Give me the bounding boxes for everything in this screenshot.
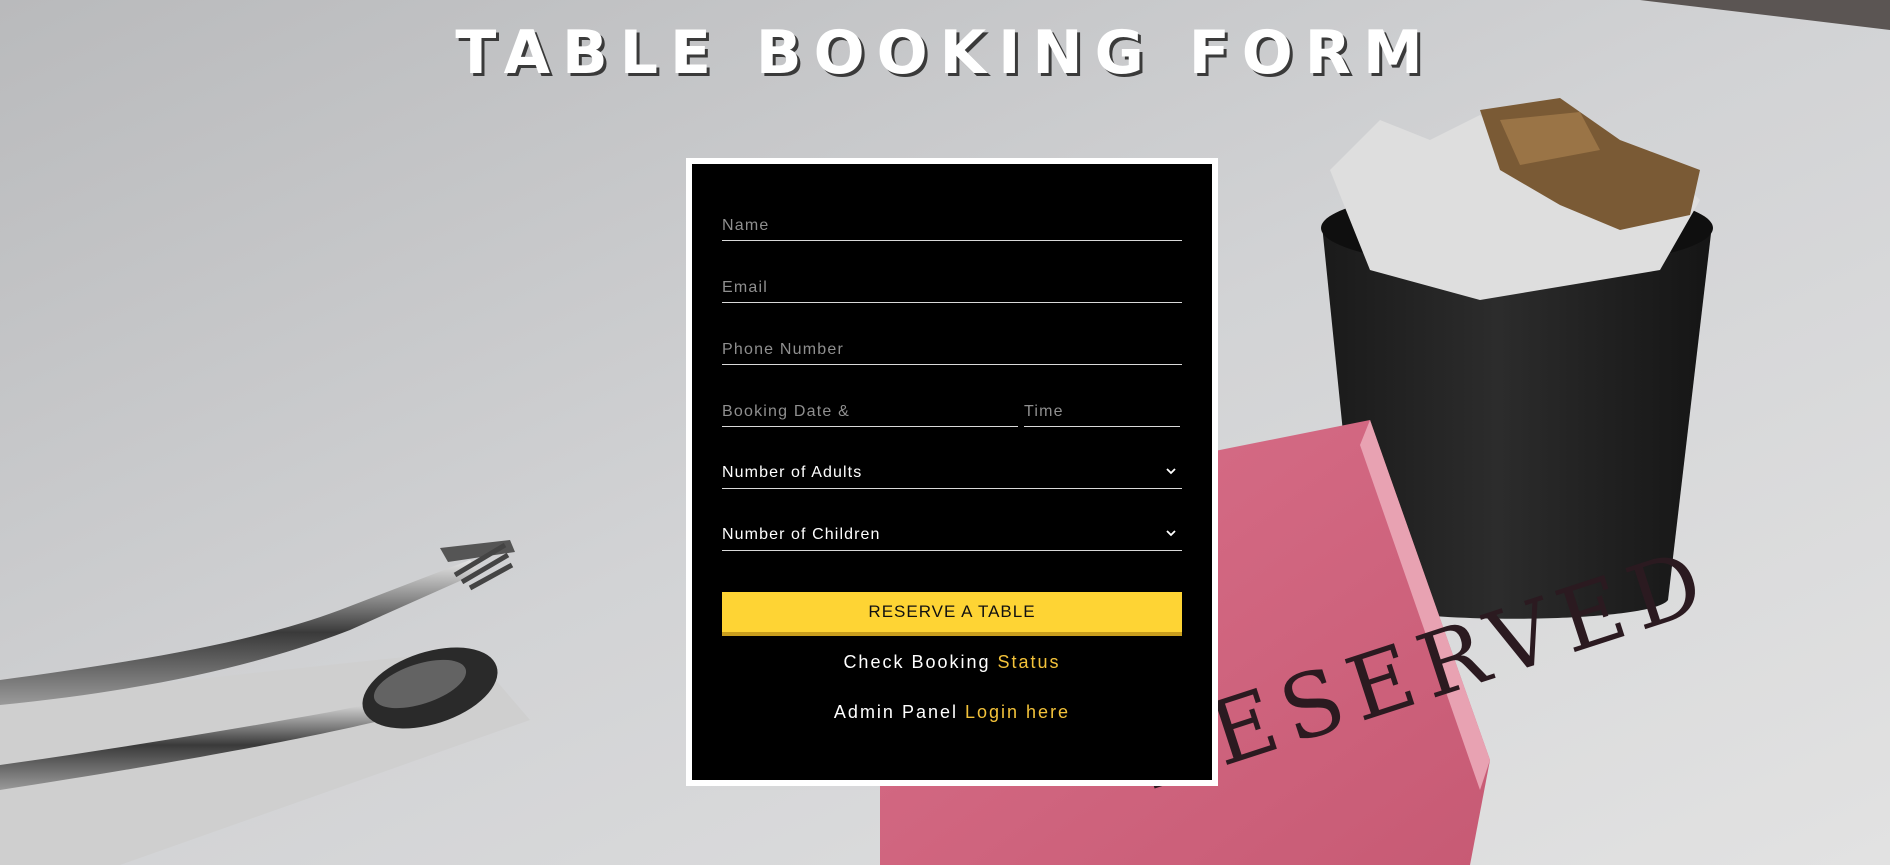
phone-field-wrapper bbox=[722, 328, 1182, 365]
booking-time-field-wrapper bbox=[1024, 390, 1180, 427]
adults-select-label: Number of Adults bbox=[722, 464, 863, 481]
adults-select[interactable]: Number of Adults bbox=[722, 452, 1182, 489]
email-field-wrapper bbox=[722, 266, 1182, 303]
admin-panel-text: Admin Panel bbox=[833, 702, 958, 722]
name-field-wrapper bbox=[722, 204, 1182, 241]
reserve-table-button[interactable]: RESERVE A TABLE bbox=[722, 592, 1182, 636]
phone-input[interactable] bbox=[722, 328, 1182, 364]
chevron-down-icon bbox=[1166, 468, 1176, 475]
name-input[interactable] bbox=[722, 204, 1182, 240]
chevron-down-icon bbox=[1166, 530, 1176, 537]
check-status-link[interactable]: Status bbox=[998, 652, 1061, 672]
booking-time-input[interactable] bbox=[1024, 390, 1180, 426]
check-booking-row: Check Booking Status bbox=[692, 652, 1212, 673]
booking-date-field-wrapper bbox=[722, 390, 1018, 427]
email-input[interactable] bbox=[722, 266, 1182, 302]
admin-login-link[interactable]: Login here bbox=[965, 702, 1070, 722]
children-select-label: Number of Children bbox=[722, 526, 881, 543]
booking-date-input[interactable] bbox=[722, 390, 1018, 426]
admin-panel-row: Admin Panel Login here bbox=[692, 702, 1212, 723]
check-booking-text: Check Booking bbox=[843, 652, 991, 672]
page-title: TABLE BOOKING FORM bbox=[455, 18, 1435, 88]
children-select[interactable]: Number of Children bbox=[722, 514, 1182, 551]
booking-form: Number of Adults Number of Children RESE… bbox=[686, 158, 1218, 786]
